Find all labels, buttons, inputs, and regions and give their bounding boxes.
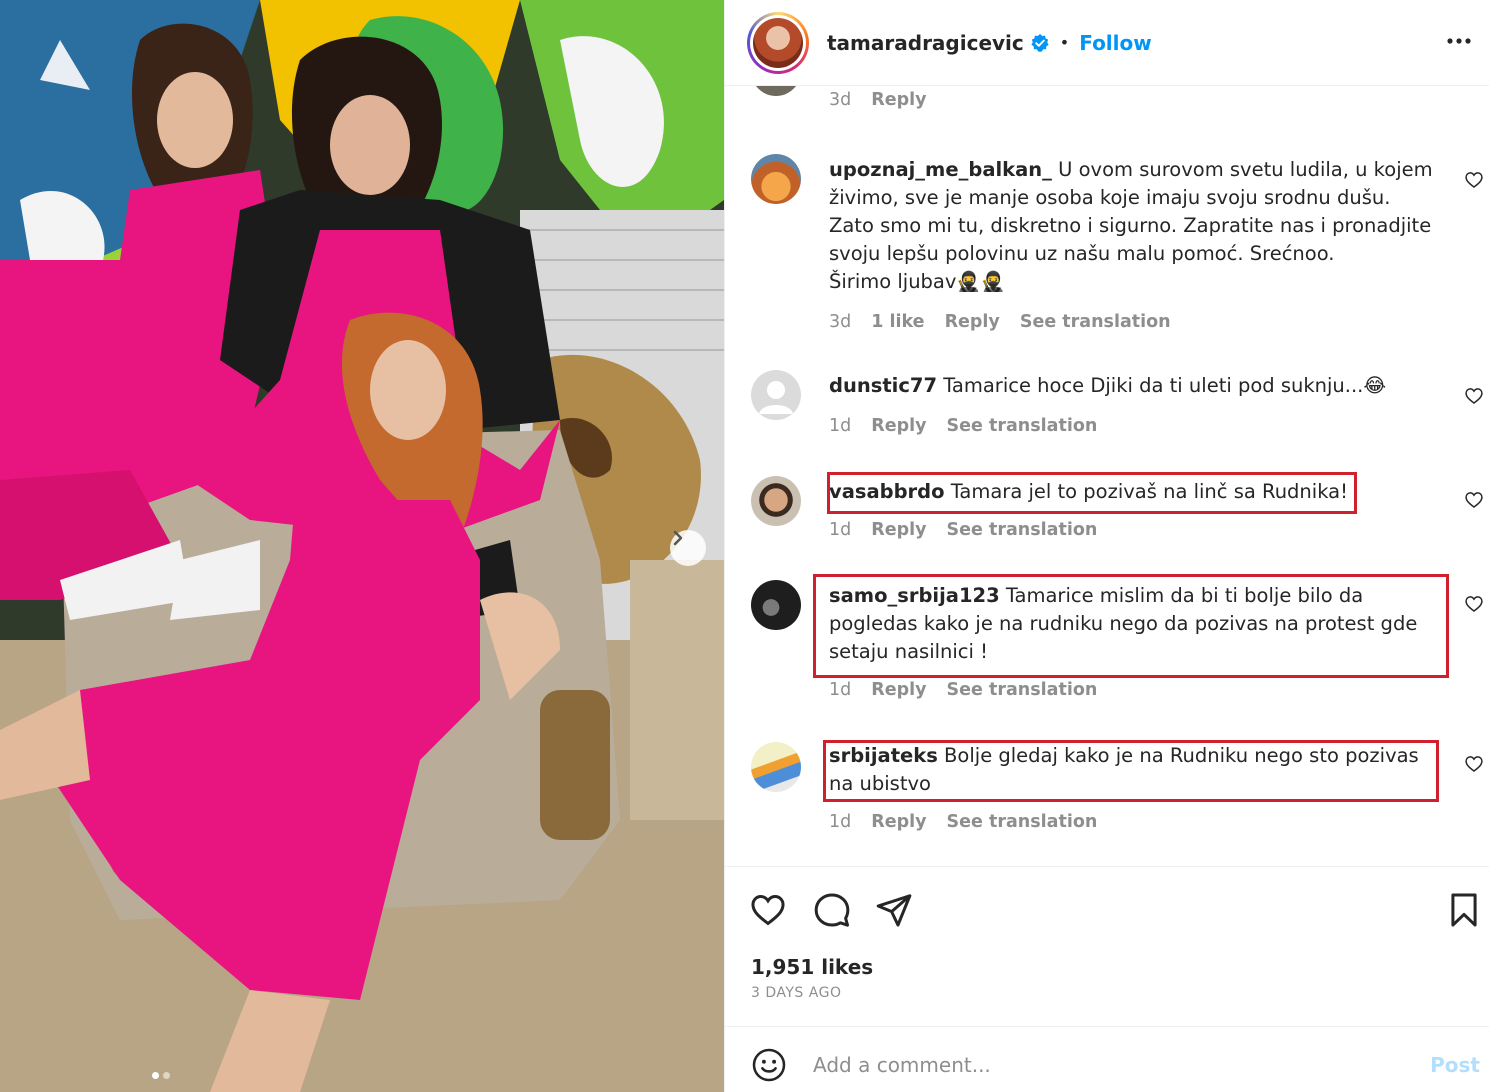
see-translation-button[interactable]: See translation <box>947 812 1098 832</box>
comment-username[interactable]: srbijateks <box>829 744 938 767</box>
chevron-right-icon <box>673 530 683 546</box>
see-translation-button[interactable]: See translation <box>1020 312 1171 332</box>
instagram-post-view: tamaradragicevic • Follow 3d Reply upozn… <box>0 0 1489 1092</box>
header-separator: • <box>1059 33 1070 52</box>
comment-composer: Post <box>725 1026 1489 1092</box>
comment-username[interactable]: vasabbrdo <box>829 480 945 503</box>
more-options-icon[interactable] <box>1446 28 1472 54</box>
reply-button[interactable]: Reply <box>871 416 926 436</box>
comment-username[interactable]: dunstic77 <box>829 374 937 397</box>
see-translation-button[interactable]: See translation <box>947 680 1098 700</box>
comment-like-heart-icon[interactable] <box>1464 754 1484 774</box>
comment-text: samo_srbija123 Tamarice mislim da bi ti … <box>829 582 1439 666</box>
bookmark-icon[interactable] <box>1445 891 1483 929</box>
comments-list[interactable]: 3d Reply upoznaj_me_balkan_ U ovom surov… <box>725 86 1489 866</box>
comment-avatar[interactable] <box>751 154 801 204</box>
send-icon[interactable] <box>875 891 913 929</box>
comment-text: upoznaj_me_balkan_ U ovom surovom svetu … <box>829 156 1439 296</box>
emoji-icon[interactable] <box>751 1047 787 1083</box>
carousel-dot <box>163 1072 170 1079</box>
reply-button[interactable]: Reply <box>871 90 926 110</box>
comment-like-heart-icon[interactable] <box>1464 490 1484 510</box>
comment-meta: 3d Reply <box>829 90 927 110</box>
comment-username[interactable]: samo_srbija123 <box>829 584 1000 607</box>
comment-text: dunstic77 Tamarice hoce Djiki da ti ulet… <box>829 372 1439 400</box>
see-translation-button[interactable]: See translation <box>947 416 1098 436</box>
post-actions: 1,951 likes 3 DAYS AGO <box>725 866 1489 1026</box>
comment-avatar[interactable] <box>751 86 801 96</box>
comment-meta: 3d 1 like Reply See translation <box>829 312 1171 332</box>
comment-time: 3d <box>829 90 852 110</box>
comment-avatar[interactable] <box>751 370 801 420</box>
follow-button[interactable]: Follow <box>1079 31 1152 55</box>
comment-message: Tamara jel to pozivaš na linč sa Rudnika… <box>950 480 1348 503</box>
comment-meta: 1d Reply See translation <box>829 416 1097 436</box>
reply-button[interactable]: Reply <box>871 812 926 832</box>
comment-input[interactable] <box>813 1045 1413 1085</box>
likes-count[interactable]: 1,951 likes <box>751 955 873 979</box>
carousel-next-button[interactable] <box>670 530 706 566</box>
comment-time: 3d <box>829 312 852 332</box>
comment-like-heart-icon[interactable] <box>1464 170 1484 190</box>
comment-avatar[interactable] <box>751 476 801 526</box>
comment-like-count[interactable]: 1 like <box>871 312 924 332</box>
comment-text: srbijateks Bolje gledaj kako je na Rudni… <box>829 742 1439 798</box>
comment-message-line2: Širimo ljubav🥷🥷 <box>829 270 1005 293</box>
comment-time: 1d <box>829 812 852 832</box>
post-photo-illustration <box>0 0 724 1092</box>
heart-icon[interactable] <box>749 891 787 929</box>
reply-button[interactable]: Reply <box>871 520 926 540</box>
author-username[interactable]: tamaradragicevic <box>827 31 1024 55</box>
comment-meta: 1d Reply See translation <box>829 520 1097 540</box>
post-image[interactable] <box>0 0 724 1092</box>
comment-avatar[interactable] <box>751 580 801 630</box>
comment-meta: 1d Reply See translation <box>829 812 1097 832</box>
see-translation-button[interactable]: See translation <box>947 520 1098 540</box>
comment-time: 1d <box>829 520 852 540</box>
comment-time: 1d <box>829 416 852 436</box>
carousel-dot-active <box>152 1072 159 1079</box>
author-avatar[interactable] <box>747 11 809 74</box>
comment-message: Tamarice hoce Djiki da ti uleti pod sukn… <box>943 374 1387 397</box>
comment-avatar[interactable] <box>751 742 801 792</box>
verified-badge-icon <box>1031 33 1049 52</box>
carousel-indicator <box>152 1072 170 1079</box>
post-comment-button[interactable]: Post <box>1430 1053 1480 1077</box>
reply-button[interactable]: Reply <box>945 312 1000 332</box>
comment-like-heart-icon[interactable] <box>1464 594 1484 614</box>
post-timestamp: 3 DAYS AGO <box>751 985 842 1001</box>
comment-icon[interactable] <box>813 891 851 929</box>
default-avatar-icon <box>759 381 793 414</box>
comment-username[interactable]: upoznaj_me_balkan_ <box>829 158 1052 181</box>
post-header: tamaradragicevic • Follow <box>725 0 1489 86</box>
post-details-panel: tamaradragicevic • Follow 3d Reply upozn… <box>724 0 1489 1092</box>
comment-text: vasabbrdo Tamara jel to pozivaš na linč … <box>829 478 1439 506</box>
comment-meta: 1d Reply See translation <box>829 680 1097 700</box>
comment-like-heart-icon[interactable] <box>1464 386 1484 406</box>
comment-time: 1d <box>829 680 852 700</box>
reply-button[interactable]: Reply <box>871 680 926 700</box>
